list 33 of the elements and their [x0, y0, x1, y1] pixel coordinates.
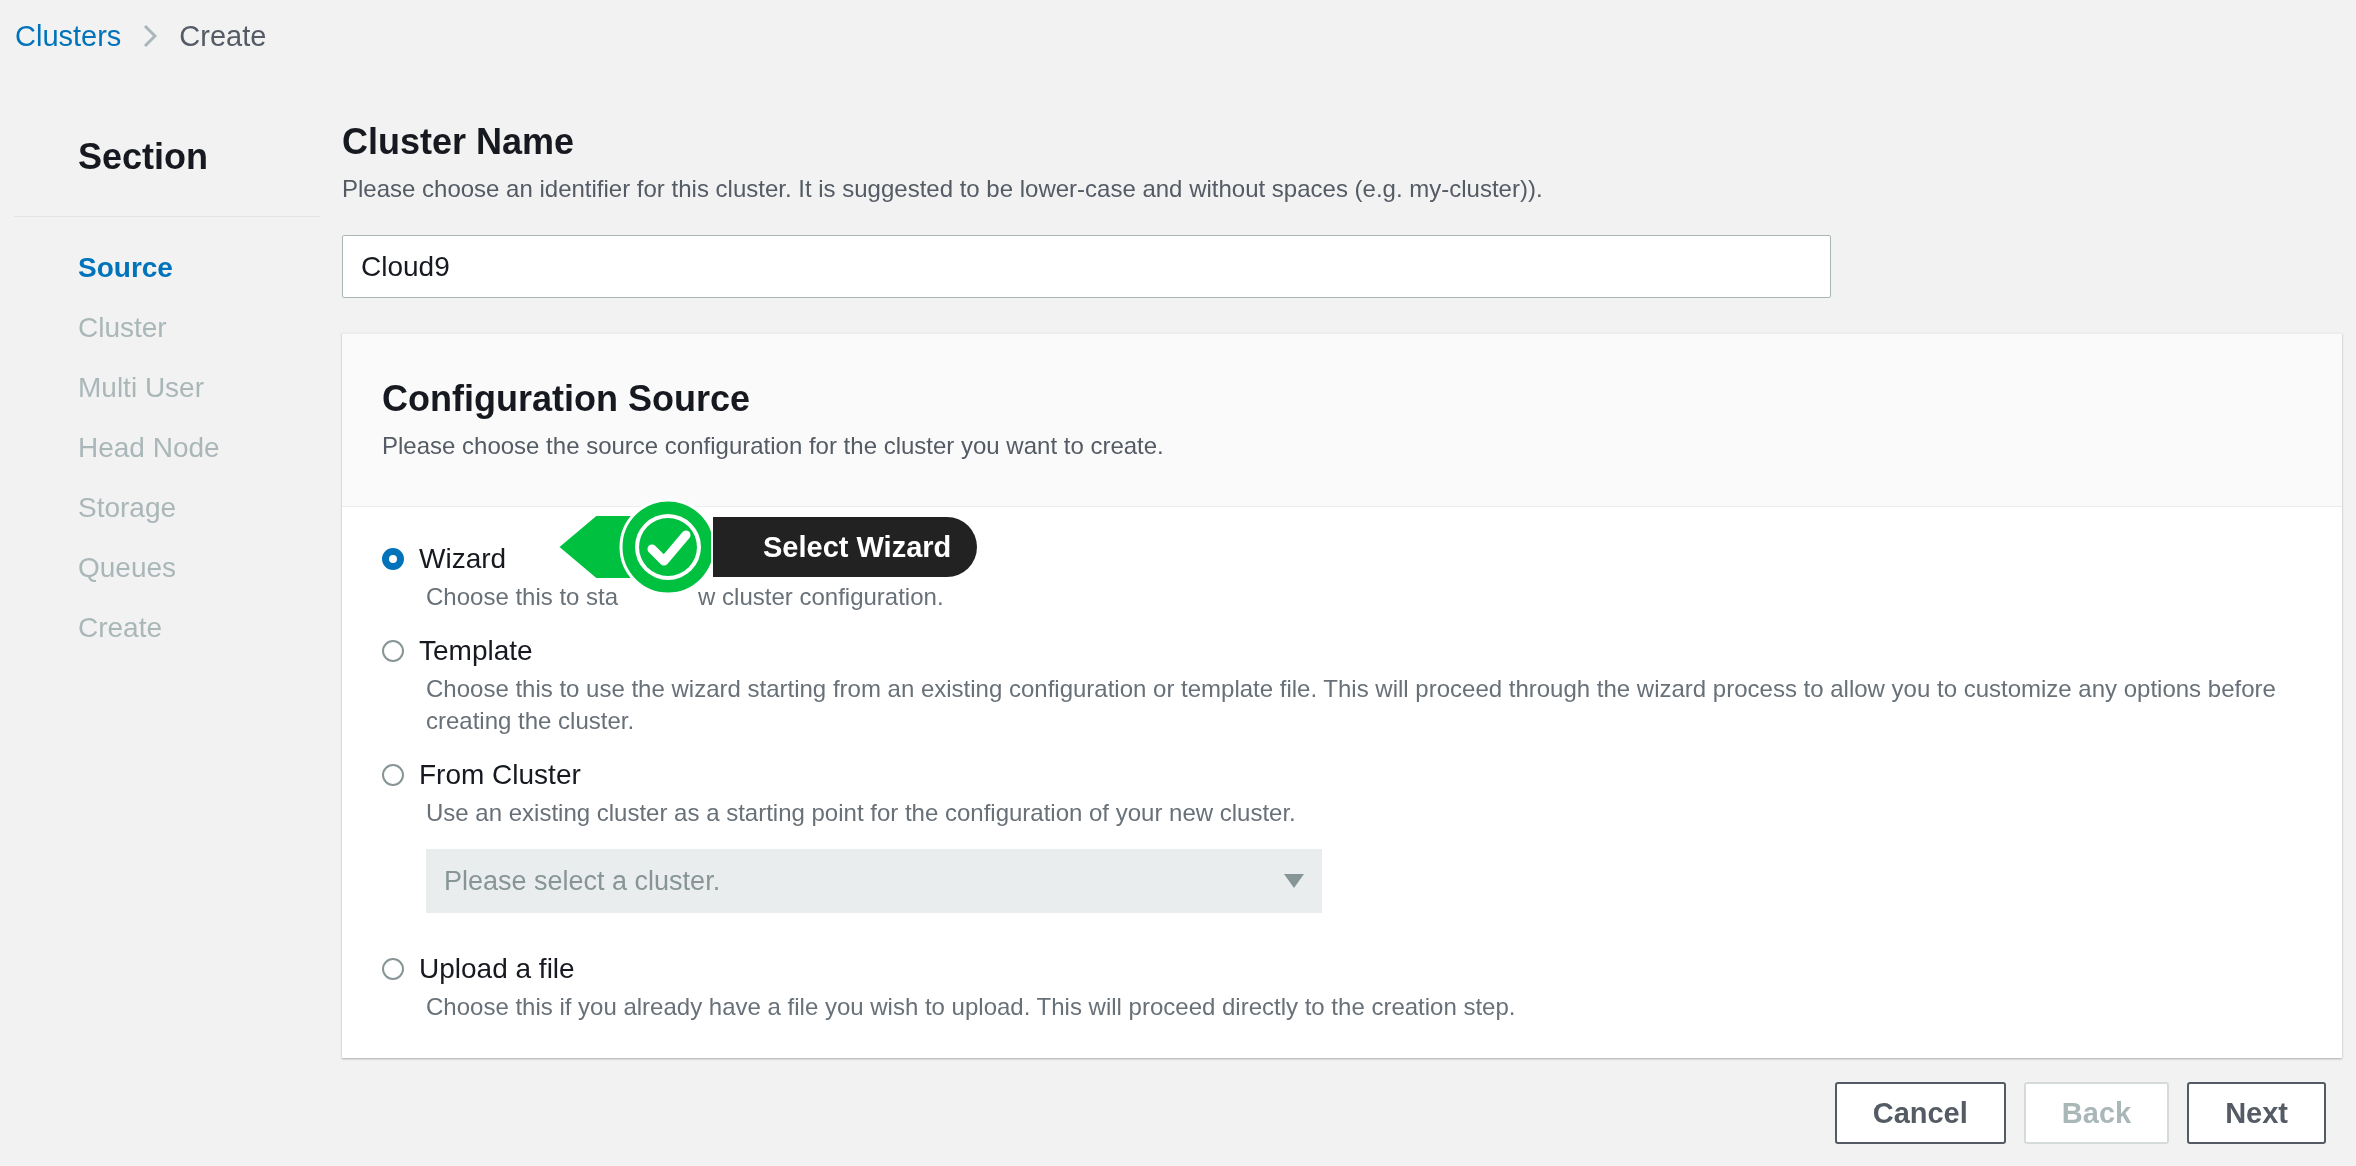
- card-title: Configuration Source: [382, 378, 751, 420]
- option-description: Choose this to use the wizard starting from an existing configuration or template file. This will proceed through the wizard process to allow you to customize any options before creating the cluster.: [426, 674, 2277, 736]
- sidebar-item[interactable]: Cluster: [14, 311, 320, 371]
- option-label: From Cluster: [419, 759, 581, 791]
- callout-label: Select Wizard: [713, 517, 978, 577]
- cluster-name-field[interactable]: Cloud9: [342, 235, 1831, 298]
- radio-button[interactable]: [382, 548, 404, 570]
- section-title: Cluster Name: [342, 121, 576, 163]
- action-button[interactable]: Cancel: [1834, 1082, 2006, 1144]
- radio-button[interactable]: [382, 764, 404, 786]
- radio-button[interactable]: [382, 640, 404, 662]
- sidebar-item[interactable]: Queues: [14, 551, 320, 611]
- option-description: w cluster configuration.: [698, 582, 944, 612]
- section-description: Please choose an identifier for this cluster. It is suggested to be lower-case and without spaces (e.g. my-cluster)).: [342, 175, 1544, 203]
- option-label: Template: [419, 635, 533, 667]
- sidebar-item[interactable]: Head Node: [14, 431, 320, 491]
- sidebar-title: Section: [77, 135, 210, 179]
- sidebar-item[interactable]: Source: [14, 251, 320, 311]
- option-description: Choose this if you already have a file you wish to upload. This will proceed directly to the creation step.: [426, 992, 1517, 1022]
- sidebar-item[interactable]: Multi User: [14, 371, 320, 431]
- card-description: Please choose the source configuration for the cluster you want to create.: [382, 432, 1165, 460]
- sidebar-item[interactable]: Create: [14, 611, 320, 671]
- caret-down-icon: [1284, 874, 1304, 888]
- radio-button[interactable]: [382, 958, 404, 980]
- breadcrumb-link[interactable]: Clusters: [15, 19, 122, 53]
- action-button[interactable]: Next: [2187, 1082, 2326, 1144]
- option-description: Use an existing cluster as a starting point for the configuration of your new cluster.: [426, 798, 1297, 828]
- option-label: Wizard: [419, 543, 507, 575]
- chevron-right-icon: [143, 24, 158, 48]
- sidebar-item[interactable]: Storage: [14, 491, 320, 551]
- breadcrumb-current: Create: [179, 19, 267, 53]
- option-description: Choose this to sta: [426, 582, 619, 612]
- option-label: Upload a file: [419, 953, 575, 985]
